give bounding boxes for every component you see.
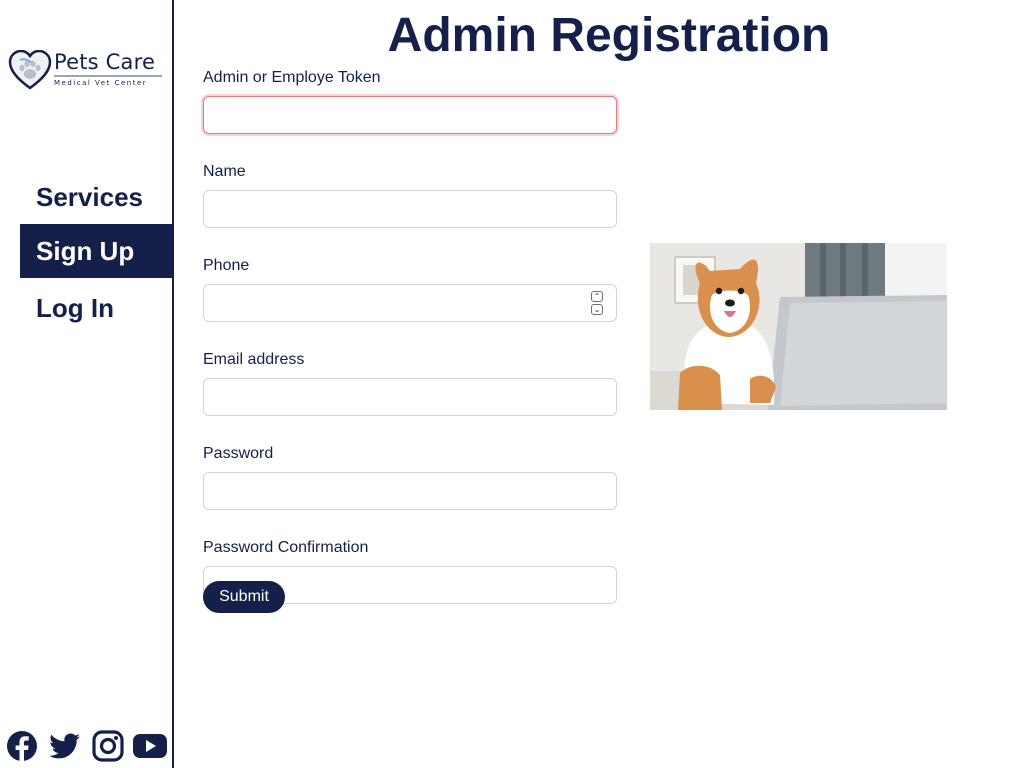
page-title: Admin Registration	[387, 9, 831, 62]
token-label: Admin or Employe Token	[203, 69, 381, 86]
social-links	[6, 730, 171, 764]
twitter-icon[interactable]	[48, 730, 82, 762]
youtube-icon[interactable]	[132, 730, 168, 762]
main-nav: Services Sign Up Log In	[20, 170, 174, 338]
email-input[interactable]	[203, 378, 617, 416]
name-label: Name	[203, 163, 246, 180]
instagram-icon[interactable]	[92, 730, 124, 762]
token-input[interactable]	[203, 96, 617, 134]
password-input[interactable]	[203, 472, 617, 510]
stepper-up-icon[interactable]: ⌃	[591, 291, 603, 302]
phone-stepper[interactable]: ⌃ ⌄	[591, 291, 603, 315]
password-confirmation-label: Password Confirmation	[203, 539, 369, 556]
nav-item-services[interactable]: Services	[20, 170, 174, 224]
facebook-icon[interactable]	[6, 730, 38, 762]
email-label: Email address	[203, 351, 305, 368]
brand-tagline: Medical Vet Center	[54, 79, 148, 87]
sidebar: Pets Care Medical Vet Center Services Si…	[0, 0, 174, 768]
phone-label: Phone	[203, 257, 250, 274]
phone-input[interactable]: ⌃ ⌄	[203, 284, 617, 322]
heart-paw-icon	[8, 50, 52, 90]
name-input[interactable]	[203, 190, 617, 228]
brand-divider	[54, 75, 162, 77]
submit-button[interactable]: Submit	[203, 581, 285, 613]
stepper-down-icon[interactable]: ⌄	[591, 304, 603, 315]
nav-item-sign-up[interactable]: Sign Up	[20, 224, 174, 278]
brand-name: Pets Care	[54, 50, 156, 74]
nav-item-log-in[interactable]: Log In	[20, 278, 174, 338]
brand-logo[interactable]: Pets Care Medical Vet Center	[8, 48, 168, 92]
admin-registration-form: Admin or Employe Token Name Phone ⌃ ⌄ Em…	[203, 68, 617, 632]
dog-laptop-image	[650, 243, 947, 410]
password-label: Password	[203, 445, 274, 462]
